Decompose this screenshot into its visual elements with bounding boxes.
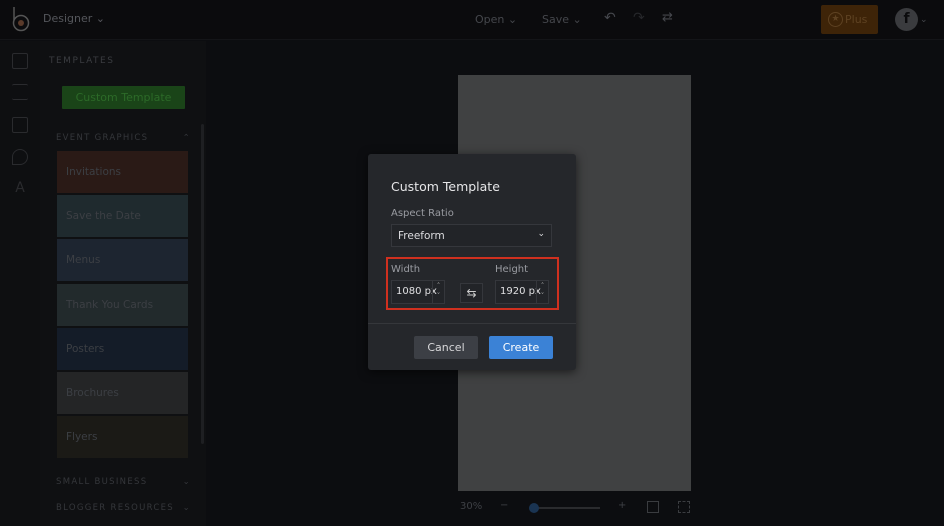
item-label: Brochures [66,387,119,399]
star-icon: ★ [828,12,843,27]
zoom-level: 30% [460,501,483,512]
dialog-title: Custom Template [391,179,500,194]
template-item[interactable]: Save the Date [57,195,188,237]
width-value: 1080 px [396,286,437,297]
zoom-out-button[interactable]: − [500,500,508,511]
chevron-down-icon: ⌄ [182,503,191,513]
redo-icon[interactable]: ↷ [633,10,645,26]
avatar[interactable]: f [895,8,918,31]
item-label: Menus [66,254,101,266]
height-input[interactable]: 1920 px ˄ ˅ [495,280,549,304]
item-label: Flyers [66,431,98,443]
section-small-business[interactable]: SMALL BUSINESS ⌄ [56,477,191,487]
item-label: Invitations [66,166,122,178]
chevron-down-icon[interactable]: ⌄ [920,15,928,25]
width-input[interactable]: 1080 px ˄ ˅ [391,280,445,304]
item-label: Thank You Cards [66,299,154,311]
adjust-icon[interactable] [12,84,28,100]
section-label: EVENT GRAPHICS [56,133,149,143]
image-icon[interactable] [12,53,28,69]
cancel-button[interactable]: Cancel [414,336,478,359]
heart-icon[interactable] [12,149,28,165]
plus-button[interactable]: ★ Plus [821,5,878,34]
template-item[interactable]: Thank You Cards [57,284,188,326]
height-label: Height [495,264,529,275]
top-bar: Designer ⌄ Open ⌄ Save ⌄ ↶ ↷ ⇄ ★ Plus f ⌄ [0,0,944,40]
zoom-slider[interactable] [530,507,600,509]
custom-template-dialog: Custom Template Aspect Ratio Freeform ⌄ W… [368,154,576,370]
layout-icon[interactable] [12,117,28,133]
height-stepper[interactable]: ˄ ˅ [536,281,548,303]
tool-rail: A [0,41,40,526]
panel-title: TEMPLATES [49,56,115,66]
chevron-down-icon: ⌄ [537,229,545,239]
app-logo[interactable] [11,6,31,32]
template-item[interactable]: Posters [57,328,188,370]
section-blogger-resources[interactable]: BLOGGER RESOURCES ⌄ [56,503,191,513]
width-label: Width [391,264,421,275]
chevron-down-icon: ⌄ [182,477,191,487]
template-item[interactable]: Invitations [57,151,188,193]
section-label: BLOGGER RESOURCES [56,503,174,513]
fit-screen-icon[interactable] [678,501,690,513]
section-event-graphics[interactable]: EVENT GRAPHICS ⌃ [56,133,191,143]
chevron-up-icon: ⌃ [182,133,191,143]
designer-menu[interactable]: Designer ⌄ [43,12,105,25]
width-stepper[interactable]: ˄ ˅ [432,281,444,303]
plus-label: Plus [845,13,868,26]
section-label: SMALL BUSINESS [56,477,148,487]
item-label: Save the Date [66,210,141,222]
aspect-ratio-label: Aspect Ratio [391,208,454,219]
template-item[interactable]: Menus [57,239,188,281]
open-menu[interactable]: Open ⌄ [475,13,517,26]
height-value: 1920 px [500,286,541,297]
custom-template-button[interactable]: Custom Template [62,86,185,109]
aspect-ratio-value: Freeform [398,230,445,242]
expand-icon[interactable] [647,501,659,513]
zoom-in-button[interactable]: + [618,500,626,511]
save-menu[interactable]: Save ⌄ [542,13,582,26]
swap-dimensions-button[interactable]: ⇆ [460,283,483,303]
template-item[interactable]: Brochures [57,372,188,414]
zoom-bar: 30% − + [450,497,700,519]
text-icon[interactable]: A [12,180,28,196]
aspect-ratio-select[interactable]: Freeform ⌄ [391,224,552,247]
undo-icon[interactable]: ↶ [604,10,616,26]
zoom-slider-handle[interactable] [529,503,539,513]
scrollbar[interactable] [201,124,204,444]
divider [368,323,576,324]
create-button[interactable]: Create [489,336,553,359]
template-item[interactable]: Flyers [57,416,188,458]
item-label: Posters [66,343,105,355]
templates-panel: TEMPLATES Custom Template EVENT GRAPHICS… [40,41,206,526]
flip-icon[interactable]: ⇄ [662,10,673,25]
